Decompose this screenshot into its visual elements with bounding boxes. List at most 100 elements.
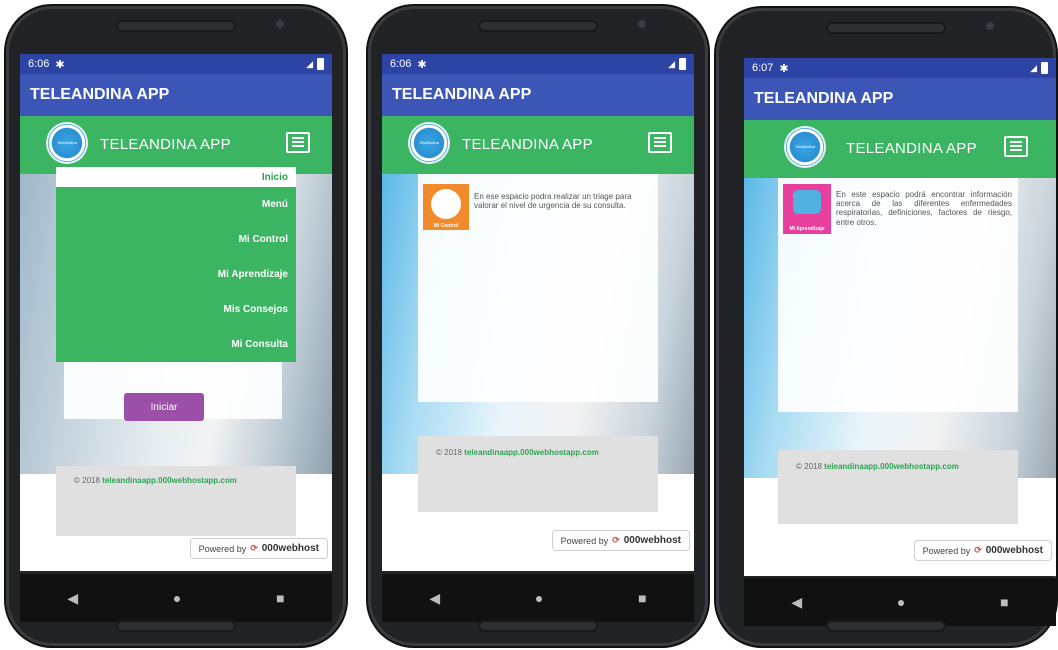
teleandina-logo[interactable]: TeleAndina (786, 128, 824, 166)
menu-icon[interactable] (648, 132, 672, 153)
footer: © 2018 teleandinaapp.000webhostapp.com (778, 450, 1018, 524)
status-time: 6:06 (28, 58, 50, 70)
footer: © 2018 teleandinaapp.000webhostapp.com (418, 436, 658, 512)
footer-copyright: © 2018 (436, 448, 462, 457)
webhost-logo-icon: ⟳ (974, 545, 982, 555)
icon-label: Mi Control (433, 223, 459, 229)
bottom-speaker (826, 620, 946, 632)
android-nav-bar: ◀ ● ■ (744, 578, 1056, 626)
bottom-speaker (478, 620, 598, 632)
site-brand: TELEANDINA APP (462, 136, 593, 153)
status-bar: 6:07 ✱ ◢ (744, 58, 1056, 78)
recents-icon[interactable]: ■ (1000, 594, 1008, 610)
earpiece-speaker (478, 20, 598, 32)
footer-link[interactable]: teleandinaapp.000webhostapp.com (464, 448, 599, 457)
teleandina-logo[interactable]: TeleAndina (48, 124, 86, 162)
menu-item-mi-control[interactable]: Mi Control (56, 222, 296, 257)
powered-by-badge[interactable]: Powered by ⟳ 000webhost (189, 538, 328, 559)
gear-icon: ✱ (55, 58, 65, 71)
powered-label: Powered by (198, 543, 247, 554)
front-camera (276, 20, 284, 28)
earpiece-speaker (116, 20, 236, 32)
menu-item-inicio[interactable]: Inicio (56, 167, 296, 187)
app-bar: TELEANDINA APP (382, 74, 694, 116)
section-description: En este espacio podrá encontrar informac… (836, 190, 1012, 227)
menu-item-menu[interactable]: Menú (56, 187, 296, 222)
status-bar: 6:06 ✱ ◢ (382, 54, 694, 74)
powered-by-badge[interactable]: Powered by ⟳ 000webhost (551, 530, 690, 551)
footer-link[interactable]: teleandinaapp.000webhostapp.com (824, 462, 959, 471)
site-header: TeleAndina TELEANDINA APP (744, 120, 1056, 178)
icon-label: Mi Aprendizaje (789, 226, 825, 232)
app-title: TELEANDINA APP (30, 86, 170, 103)
home-icon[interactable]: ● (535, 590, 543, 606)
android-nav-bar: ◀ ● ■ (382, 574, 694, 622)
webhost-logo-icon: ⟳ (612, 535, 620, 545)
signal-icon: ◢ (668, 58, 675, 69)
mi-control-icon[interactable]: Mi Control (423, 184, 469, 230)
footer-link[interactable]: teleandinaapp.000webhostapp.com (102, 476, 237, 485)
powered-label: Powered by (560, 535, 609, 546)
back-icon[interactable]: ◀ (67, 590, 78, 607)
page-content: Mi Aprendizaje En este espacio podrá enc… (744, 178, 1056, 576)
powered-label: Powered by (922, 545, 971, 556)
menu-item-mi-consulta[interactable]: Mi Consulta (56, 327, 296, 362)
signal-icon: ◢ (1030, 62, 1037, 73)
front-camera (986, 22, 994, 30)
footer-copyright: © 2018 (796, 462, 822, 471)
site-brand: TELEANDINA APP (100, 136, 231, 153)
front-camera (638, 20, 646, 28)
stethoscope-icon (431, 189, 461, 219)
battery-icon (1041, 62, 1048, 74)
powered-by-badge[interactable]: Powered by ⟳ 000webhost (913, 540, 1052, 561)
menu-item-mi-aprendizaje[interactable]: Mi Aprendizaje (56, 257, 296, 292)
app-bar: TELEANDINA APP (20, 74, 332, 116)
home-icon[interactable]: ● (173, 590, 181, 606)
battery-icon (317, 58, 324, 70)
powered-brand: 000webhost (985, 545, 1043, 556)
menu-icon[interactable] (286, 132, 310, 153)
back-icon[interactable]: ◀ (791, 594, 802, 611)
info-card: Mi Control En ese espacio podra realizar… (418, 174, 658, 402)
gear-icon: ✱ (417, 58, 427, 71)
signal-icon: ◢ (306, 58, 313, 69)
battery-icon (679, 58, 686, 70)
section-description: En ese espacio podra realizar un triage … (474, 192, 632, 211)
status-time: 6:06 (390, 58, 412, 70)
footer-copyright: © 2018 (74, 476, 100, 485)
menu-icon[interactable] (1004, 136, 1028, 157)
android-nav-bar: ◀ ● ■ (20, 574, 332, 622)
mi-aprendizaje-icon[interactable]: Mi Aprendizaje (783, 184, 831, 234)
site-brand: TELEANDINA APP (846, 140, 977, 157)
screen: 6:07 ✱ ◢ TELEANDINA APP TeleAndina TELEAN… (744, 58, 1056, 576)
page-content: Mi Control En ese espacio podra realizar… (382, 174, 694, 571)
phone-1: 6:06 ✱ ◢ TELEANDINA APP TeleAndina TELEAN… (6, 6, 346, 646)
site-header: TeleAndina TELEANDINA APP (382, 116, 694, 174)
webhost-logo-icon: ⟳ (250, 543, 258, 553)
gear-icon: ✱ (779, 62, 789, 75)
screen: 6:06 ✱ ◢ TELEANDINA APP TeleAndina TELEAN… (382, 54, 694, 571)
screen: 6:06 ✱ ◢ TELEANDINA APP TeleAndina TELEAN… (20, 54, 332, 571)
recents-icon[interactable]: ■ (276, 590, 284, 606)
recents-icon[interactable]: ■ (638, 590, 646, 606)
teleandina-logo[interactable]: TeleAndina (410, 124, 448, 162)
dropdown-menu: Inicio Menú Mi Control Mi Aprendizaje Mi… (56, 167, 296, 362)
site-header: TeleAndina TELEANDINA APP (20, 116, 332, 174)
bottom-speaker (116, 620, 236, 632)
menu-item-mis-consejos[interactable]: Mis Consejos (56, 292, 296, 327)
app-bar: TELEANDINA APP (744, 78, 1056, 120)
iniciar-button[interactable]: Iniciar (124, 393, 204, 421)
home-icon[interactable]: ● (897, 594, 905, 610)
footer: © 2018 teleandinaapp.000webhostapp.com (56, 466, 296, 536)
powered-brand: 000webhost (261, 543, 319, 554)
status-bar: 6:06 ✱ ◢ (20, 54, 332, 74)
back-icon[interactable]: ◀ (429, 590, 440, 607)
phone-2: 6:06 ✱ ◢ TELEANDINA APP TeleAndina TELEAN… (368, 6, 708, 646)
info-card: Mi Aprendizaje En este espacio podrá enc… (778, 178, 1018, 412)
powered-brand: 000webhost (623, 535, 681, 546)
status-time: 6:07 (752, 62, 774, 74)
phone-3: 6:07 ✱ ◢ TELEANDINA APP TeleAndina TELEAN… (716, 8, 1056, 646)
app-title: TELEANDINA APP (392, 86, 532, 103)
app-title: TELEANDINA APP (754, 90, 894, 107)
medical-kit-icon (793, 190, 821, 214)
